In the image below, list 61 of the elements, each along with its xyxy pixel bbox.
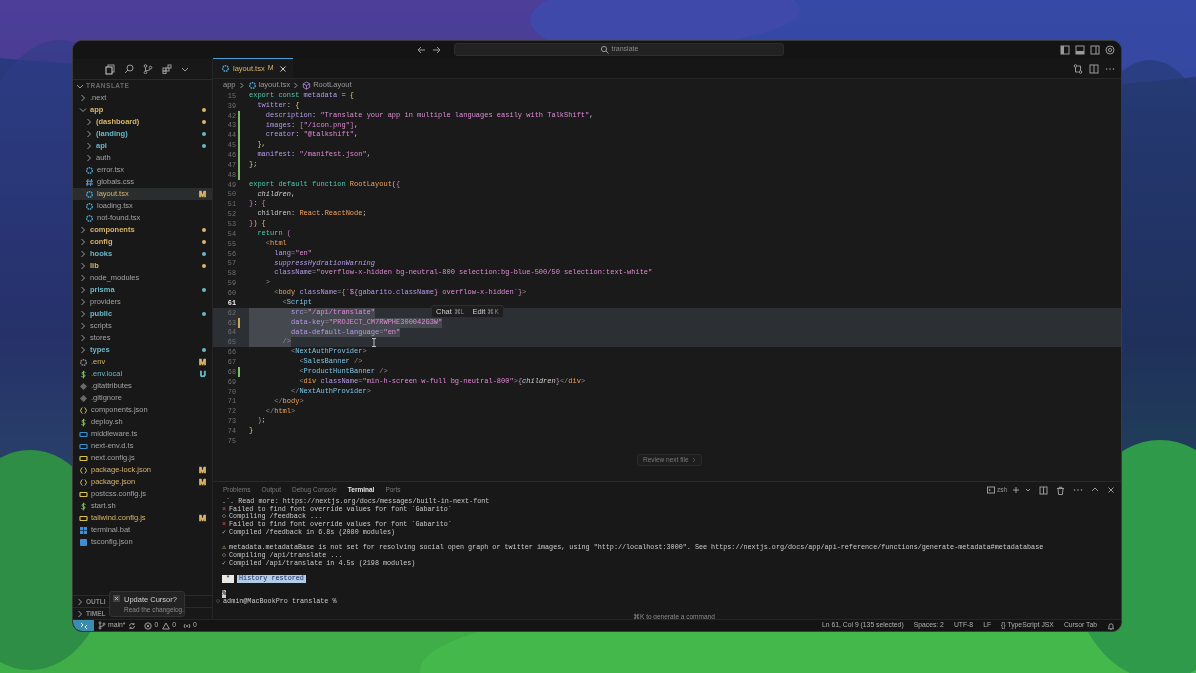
file-icon bbox=[79, 489, 88, 499]
bell-icon[interactable] bbox=[1107, 621, 1115, 630]
status-label: M bbox=[198, 465, 206, 475]
file-icon bbox=[79, 501, 88, 511]
extensions-icon[interactable] bbox=[162, 64, 172, 74]
file-icon bbox=[79, 513, 88, 523]
remote-button[interactable] bbox=[73, 620, 94, 631]
file-icon bbox=[79, 537, 88, 547]
status-label: M bbox=[198, 513, 206, 523]
error-icon bbox=[144, 621, 153, 630]
close-icon[interactable] bbox=[113, 595, 120, 602]
sidebar-toggle-icon[interactable] bbox=[1060, 45, 1070, 55]
close-icon[interactable] bbox=[1107, 486, 1115, 494]
file-icon bbox=[79, 405, 88, 415]
back-icon[interactable] bbox=[416, 44, 426, 55]
broadcast-icon bbox=[182, 621, 191, 630]
text-cursor-icon bbox=[371, 338, 377, 347]
chevron-down-icon bbox=[76, 82, 84, 90]
sync-icon[interactable] bbox=[128, 621, 137, 630]
file-icon bbox=[79, 525, 88, 535]
file-icon bbox=[79, 477, 88, 487]
file-icon bbox=[79, 465, 88, 475]
split-editor-icon[interactable] bbox=[1089, 63, 1099, 74]
status-label: U bbox=[199, 369, 206, 379]
branch-icon bbox=[98, 621, 106, 630]
chevron-down-icon[interactable] bbox=[1025, 487, 1031, 493]
files-icon[interactable] bbox=[105, 63, 115, 75]
forward-icon[interactable] bbox=[432, 44, 442, 55]
status-label: M bbox=[198, 477, 206, 487]
status-label: M bbox=[198, 189, 206, 199]
more-icon[interactable] bbox=[1073, 486, 1083, 494]
search-icon bbox=[599, 45, 609, 54]
chevron-down-icon[interactable] bbox=[181, 65, 189, 73]
panel-toggle-icon[interactable] bbox=[1075, 45, 1085, 55]
terminal-icon bbox=[986, 486, 995, 494]
chevron-down-icon bbox=[79, 106, 87, 114]
compare-icon[interactable] bbox=[1073, 63, 1083, 74]
source-control-icon[interactable] bbox=[143, 64, 153, 74]
warning-icon bbox=[162, 621, 171, 630]
secondary-sidebar-icon[interactable] bbox=[1090, 45, 1100, 55]
chevron-right-icon bbox=[293, 81, 300, 89]
status-label: M bbox=[198, 357, 206, 367]
file-icon bbox=[221, 64, 230, 73]
file-icon bbox=[79, 417, 88, 427]
trash-icon[interactable] bbox=[1056, 485, 1065, 495]
chevron-up-icon[interactable] bbox=[1091, 486, 1099, 494]
remote-icon bbox=[79, 621, 88, 630]
cube-icon bbox=[302, 80, 312, 90]
chevron-right-icon bbox=[691, 457, 696, 463]
close-icon[interactable] bbox=[278, 64, 287, 73]
file-icon bbox=[79, 369, 88, 379]
file-icon bbox=[85, 177, 94, 187]
settings-icon[interactable] bbox=[1105, 45, 1115, 55]
split-icon[interactable] bbox=[1039, 485, 1048, 495]
search-icon[interactable] bbox=[124, 64, 134, 74]
chevron-right-icon bbox=[79, 94, 87, 102]
file-icon bbox=[247, 80, 257, 90]
file-icon bbox=[85, 165, 94, 175]
file-icon bbox=[79, 357, 88, 367]
plus-icon[interactable] bbox=[1012, 486, 1020, 494]
chevron-right-icon bbox=[238, 81, 245, 89]
